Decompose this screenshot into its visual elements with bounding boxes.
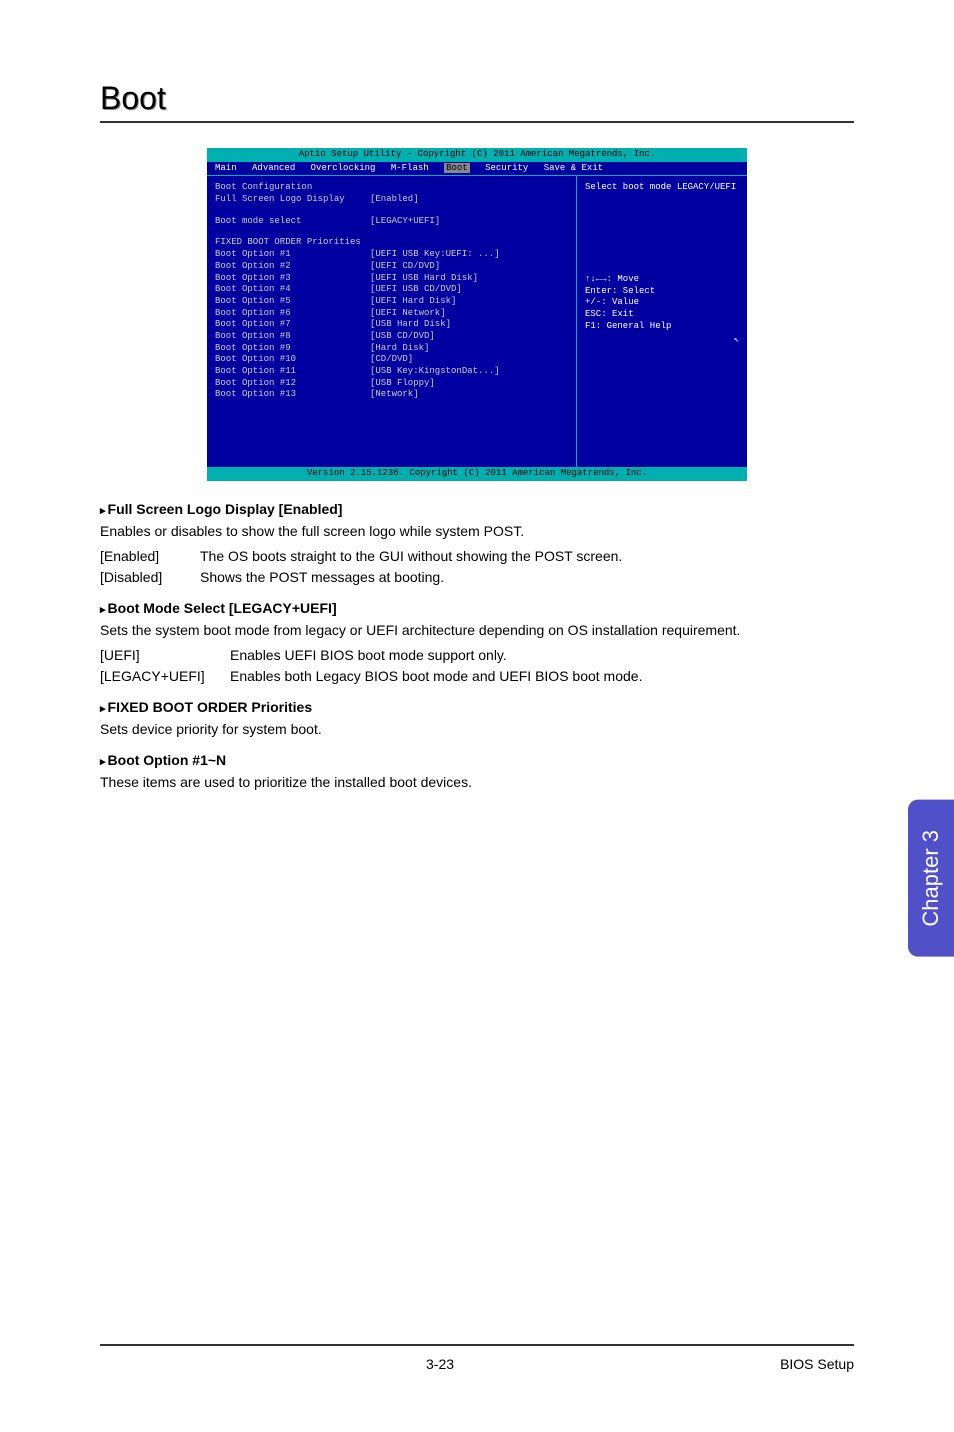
bios-priorities-title: FIXED BOOT ORDER Priorities (215, 237, 568, 249)
bios-menu-security: Security (485, 163, 528, 173)
footer-section-name: BIOS Setup (780, 1356, 854, 1372)
bios-key-esc: ESC: Exit (585, 309, 739, 321)
boot-opt-value: [USB Floppy] (370, 378, 435, 390)
section-header-mode: Boot Mode Select [LEGACY+UEFI] (100, 600, 854, 616)
boot-opt-label: Boot Option #4 (215, 284, 370, 296)
page-title: Boot (100, 80, 854, 123)
bios-config-title: Boot Configuration (215, 182, 568, 194)
bios-key-enter: Enter: Select (585, 286, 739, 298)
section-header-fixed: FIXED BOOT ORDER Priorities (100, 699, 854, 715)
footer-page-number: 3-23 (426, 1356, 454, 1372)
bios-mode-label: Boot mode select (215, 216, 370, 228)
opt-key: [LEGACY+UEFI] (100, 666, 230, 687)
bios-key-f1: F1: General Help (585, 321, 739, 333)
boot-opt-label: Boot Option #11 (215, 366, 370, 378)
boot-opt-value: [USB Key:KingstonDat...] (370, 366, 500, 378)
bios-footer: Version 2.15.1236. Copyright (C) 2011 Am… (207, 467, 747, 481)
boot-opt-value: [UEFI USB Key:UEFI: ...] (370, 249, 500, 261)
bios-header: Aptio Setup Utility - Copyright (C) 2011… (207, 148, 747, 162)
section-header-bootn: Boot Option #1~N (100, 752, 854, 768)
boot-opt-value: [USB CD/DVD] (370, 331, 435, 343)
section-desc-fixed: Sets device priority for system boot. (100, 719, 854, 740)
bios-menu-advanced: Advanced (252, 163, 295, 173)
bios-right-panel: Select boot mode LEGACY/UEFI ↑↓←→: Move … (577, 176, 747, 467)
boot-opt-value: [Network] (370, 389, 419, 401)
bios-menu-mflash: M-Flash (391, 163, 429, 173)
bios-logo-value: [Enabled] (370, 194, 419, 206)
page-footer: 3-23 BIOS Setup (100, 1344, 854, 1372)
section-header-logo: Full Screen Logo Display [Enabled] (100, 501, 854, 517)
bios-left-panel: Boot Configuration Full Screen Logo Disp… (207, 176, 577, 467)
boot-opt-label: Boot Option #1 (215, 249, 370, 261)
opt-val: The OS boots straight to the GUI without… (200, 546, 854, 567)
boot-opt-value: [UEFI Hard Disk] (370, 296, 456, 308)
boot-opt-label: Boot Option #8 (215, 331, 370, 343)
boot-opt-value: [UEFI USB CD/DVD] (370, 284, 462, 296)
boot-opt-value: [UEFI USB Hard Disk] (370, 273, 478, 285)
bios-key-value: +/-: Value (585, 297, 739, 309)
chapter-tab: Chapter 3 (908, 800, 954, 957)
bios-menu-overclocking: Overclocking (311, 163, 376, 173)
boot-opt-label: Boot Option #7 (215, 319, 370, 331)
bios-menu-save-exit: Save & Exit (544, 163, 603, 173)
boot-opt-value: [USB Hard Disk] (370, 319, 451, 331)
boot-opt-label: Boot Option #3 (215, 273, 370, 285)
boot-opt-label: Boot Option #9 (215, 343, 370, 355)
opt-val: Shows the POST messages at booting. (200, 567, 854, 588)
boot-opt-value: [UEFI CD/DVD] (370, 261, 440, 273)
boot-opt-label: Boot Option #6 (215, 308, 370, 320)
bios-help-title: Select boot mode LEGACY/UEFI (585, 182, 739, 194)
boot-opt-label: Boot Option #5 (215, 296, 370, 308)
section-desc-bootn: These items are used to prioritize the i… (100, 772, 854, 793)
boot-opt-value: [CD/DVD] (370, 354, 413, 366)
bios-menu-main: Main (215, 163, 237, 173)
boot-opt-label: Boot Option #10 (215, 354, 370, 366)
opt-key: [Disabled] (100, 567, 200, 588)
opt-key: [UEFI] (100, 645, 230, 666)
bios-screenshot: Aptio Setup Utility - Copyright (C) 2011… (207, 148, 747, 481)
section-desc-mode: Sets the system boot mode from legacy or… (100, 620, 854, 641)
bios-menu-boot: Boot (444, 163, 470, 173)
bios-logo-label: Full Screen Logo Display (215, 194, 370, 206)
section-desc-logo: Enables or disables to show the full scr… (100, 521, 854, 542)
bios-menu-bar: Main Advanced Overclocking M-Flash Boot … (207, 162, 747, 176)
opt-val: Enables UEFI BIOS boot mode support only… (230, 645, 854, 666)
opt-val: Enables both Legacy BIOS boot mode and U… (230, 666, 854, 687)
cursor-icon: ↖ (734, 335, 739, 345)
boot-opt-value: [UEFI Network] (370, 308, 446, 320)
boot-opt-label: Boot Option #12 (215, 378, 370, 390)
bios-mode-value: [LEGACY+UEFI] (370, 216, 440, 228)
boot-opt-label: Boot Option #2 (215, 261, 370, 273)
boot-opt-label: Boot Option #13 (215, 389, 370, 401)
boot-opt-value: [Hard Disk] (370, 343, 429, 355)
opt-key: [Enabled] (100, 546, 200, 567)
bios-key-move: ↑↓←→: Move (585, 274, 739, 286)
